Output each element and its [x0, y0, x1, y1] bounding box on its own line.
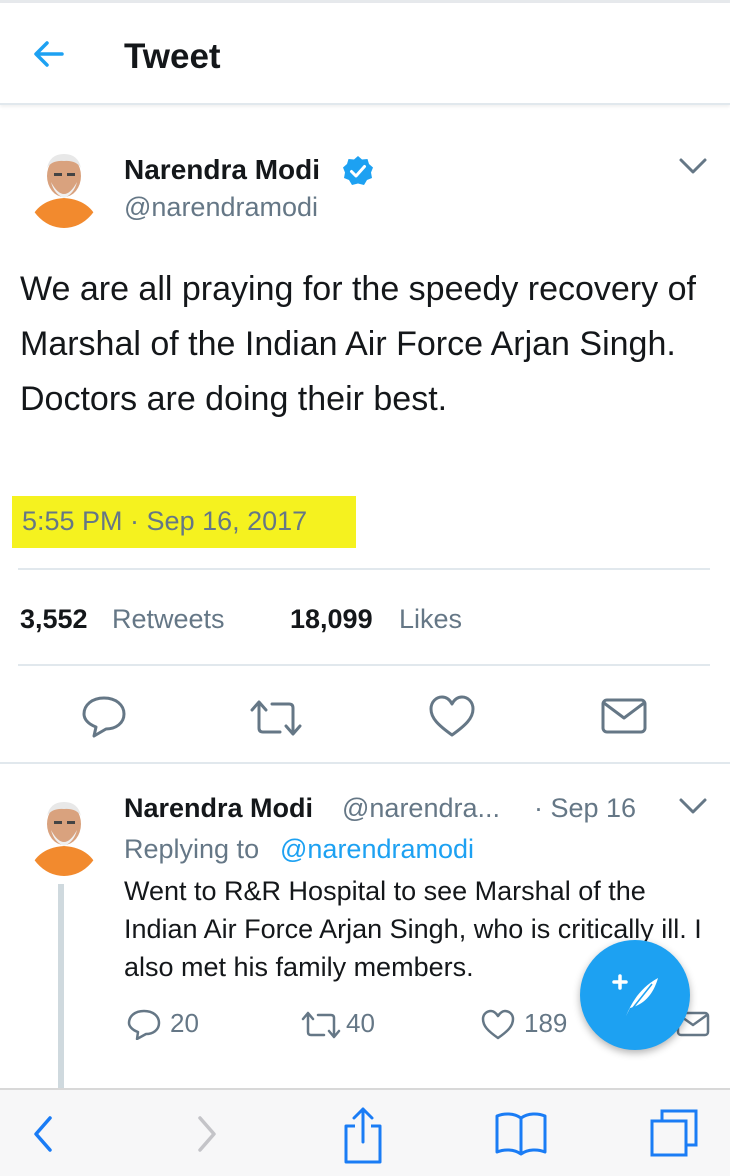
header-bar: Tweet: [0, 3, 730, 105]
reply-author-handle[interactable]: @narendra...: [342, 793, 500, 824]
like-icon[interactable]: [480, 1008, 516, 1040]
like-icon[interactable]: [428, 694, 476, 738]
forward-icon[interactable]: [190, 1106, 224, 1162]
likes-label[interactable]: Likes: [399, 604, 462, 635]
divider: [0, 762, 730, 764]
compose-feather-icon: [612, 974, 658, 1016]
reply-author-name[interactable]: Narendra Modi: [124, 793, 313, 824]
retweets-label[interactable]: Retweets: [112, 604, 225, 635]
bookmarks-icon[interactable]: [494, 1110, 548, 1156]
chevron-down-icon[interactable]: [678, 156, 708, 176]
thread-line: [58, 884, 64, 1089]
reply-icon[interactable]: [126, 1008, 162, 1040]
page-title: Tweet: [124, 37, 221, 76]
avatar[interactable]: [26, 790, 102, 876]
tweet-timestamp: 5:55 PM · Sep 16, 2017: [22, 506, 308, 536]
avatar[interactable]: [26, 142, 102, 228]
back-icon[interactable]: [26, 1106, 60, 1162]
reply-date: · Sep 16: [534, 793, 637, 823]
compose-tweet-button[interactable]: [580, 940, 690, 1050]
replying-prefix: Replying to: [124, 834, 260, 864]
chevron-down-icon[interactable]: [678, 796, 708, 816]
reply-count: 20: [170, 1008, 199, 1038]
retweet-icon[interactable]: [300, 1010, 342, 1040]
share-icon[interactable]: [340, 1106, 386, 1166]
divider: [18, 664, 710, 666]
retweet-icon[interactable]: [248, 698, 304, 738]
replying-to-link[interactable]: @narendramodi: [280, 834, 474, 865]
divider: [18, 568, 710, 570]
author-handle[interactable]: @narendramodi: [124, 192, 318, 223]
tweet-text: We are all praying for the speedy recove…: [20, 270, 696, 418]
retweets-count[interactable]: 3,552: [20, 604, 88, 635]
share-mail-icon[interactable]: [600, 696, 648, 736]
browser-toolbar: [0, 1088, 730, 1176]
likes-count[interactable]: 18,099: [290, 604, 373, 635]
tabs-icon[interactable]: [648, 1108, 700, 1158]
retweet-count: 40: [346, 1008, 375, 1038]
arrow-left-icon[interactable]: [28, 33, 70, 75]
like-count: 189: [524, 1008, 568, 1038]
reply-icon[interactable]: [80, 694, 128, 738]
author-name[interactable]: Narendra Modi: [124, 154, 320, 186]
verified-badge-icon: [343, 156, 373, 185]
